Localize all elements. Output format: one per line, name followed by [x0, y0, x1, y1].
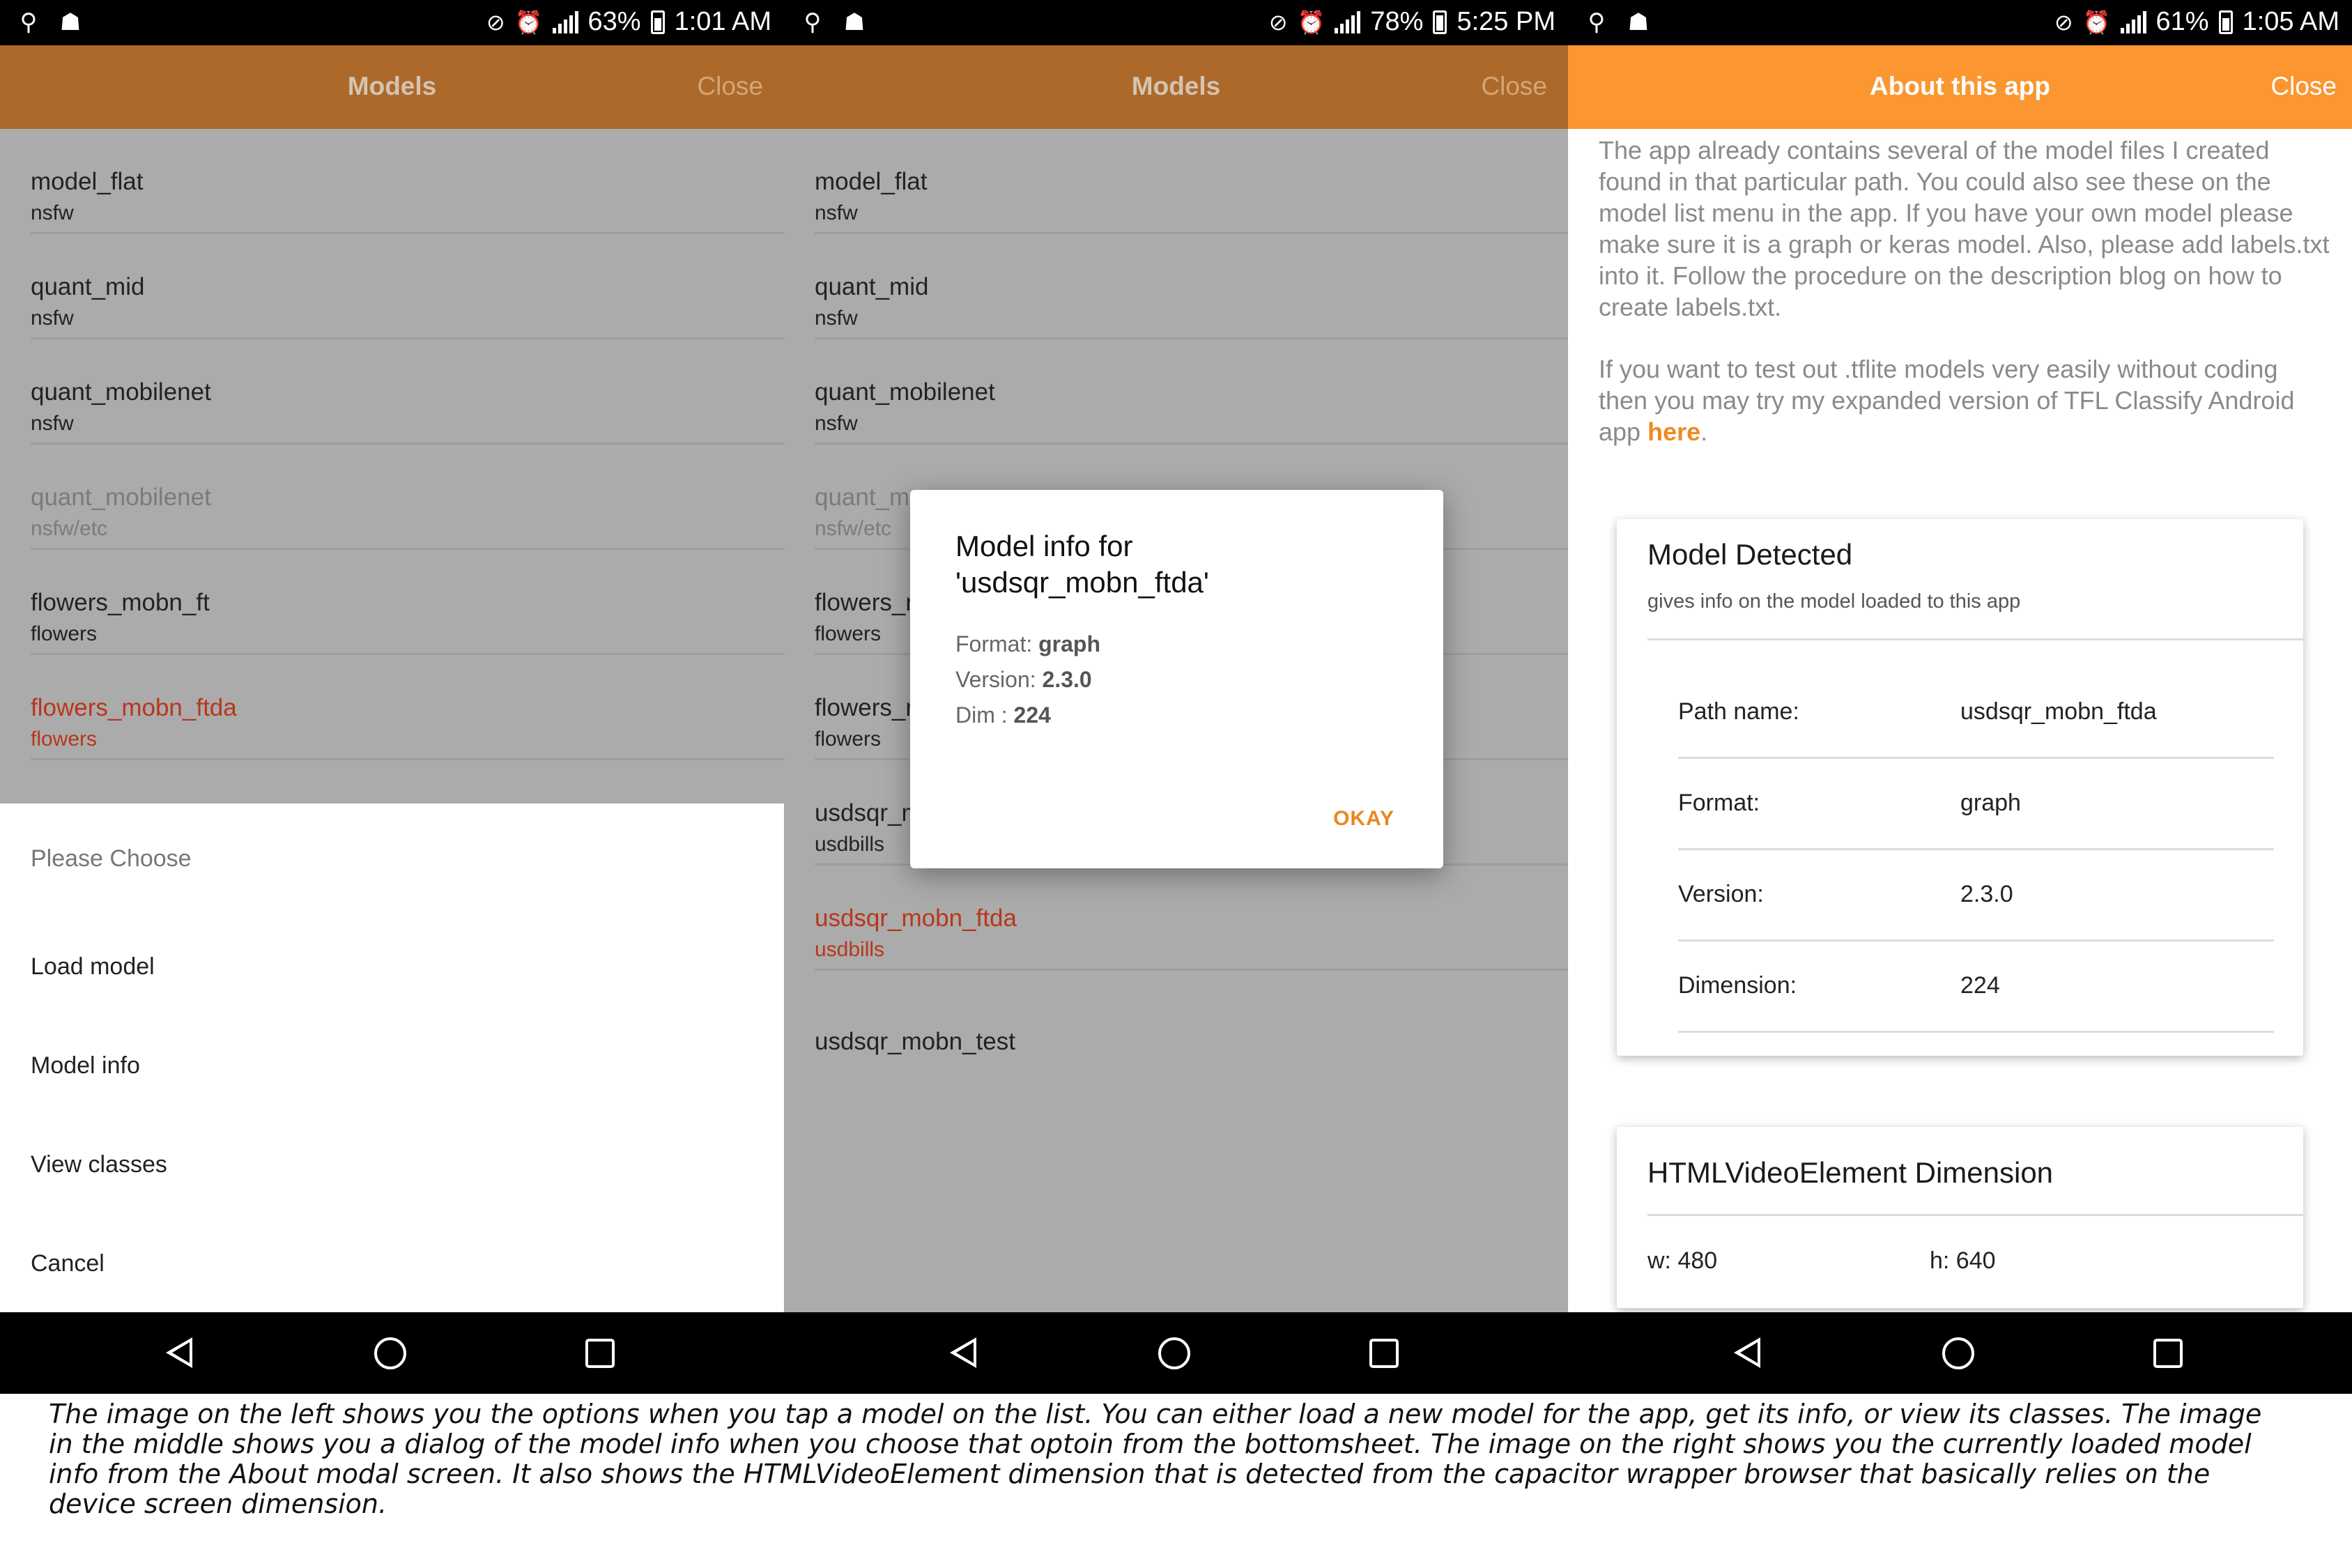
- nav-recent-icon[interactable]: [585, 1339, 615, 1368]
- close-button[interactable]: Close: [2270, 72, 2337, 101]
- status-bar: ⚲ ☗ ⊘ ⏰ 61% 1:05 AM: [1568, 0, 2352, 45]
- nav-home-icon[interactable]: [374, 1337, 406, 1369]
- list-item[interactable]: quant_mobilenet nsfw: [815, 339, 1568, 445]
- header-title: Models: [1131, 72, 1221, 100]
- header: Models Close: [784, 45, 1568, 129]
- about-paragraph-2: If you want to test out .tflite models v…: [1599, 355, 2295, 446]
- nav-back-icon[interactable]: [1734, 1337, 1760, 1368]
- battery-percent: 78%: [1370, 7, 1424, 36]
- signal-icon: [2120, 10, 2146, 33]
- close-button[interactable]: Close: [1481, 72, 1547, 101]
- model-info-option[interactable]: Model info: [31, 1052, 140, 1079]
- battery-icon: [1433, 10, 1447, 34]
- battery-percent: 63%: [587, 7, 641, 36]
- here-link[interactable]: here: [1647, 417, 1700, 446]
- model-info-dialog: Model info for 'usdsqr_mobn_ftda' Format…: [910, 490, 1443, 868]
- clock: 1:05 AM: [2242, 7, 2339, 36]
- left-screen: ⚲ ☗ ⊘ ⏰ 63% 1:01 AM Models Close model_f…: [0, 0, 784, 1394]
- card-subtitle: gives info on the model loaded to this a…: [1647, 590, 2021, 613]
- list-item-selected[interactable]: flowers_mobn_ftda flowers: [31, 655, 784, 760]
- card-title: Model Detected: [1647, 538, 1853, 571]
- nav-home-icon[interactable]: [1158, 1337, 1190, 1369]
- header: Models Close: [0, 45, 784, 129]
- clock: 5:25 PM: [1456, 7, 1555, 36]
- info-row: Path name: usdsqr_mobn_ftda: [1678, 668, 2274, 759]
- nav-home-icon[interactable]: [1942, 1337, 1974, 1369]
- alarm-icon: ⏰: [1297, 9, 1325, 35]
- list-item[interactable]: usdsqr_mobn_test: [815, 971, 1568, 1076]
- sheet-title: Please Choose: [31, 845, 192, 872]
- divider: [1647, 638, 2303, 640]
- usb-icon: ⚲: [804, 9, 822, 36]
- divider: [1647, 1214, 2303, 1216]
- close-button[interactable]: Close: [697, 72, 763, 101]
- model-detected-card: Model Detected gives info on the model l…: [1617, 519, 2303, 1056]
- list-item[interactable]: flowers_mobn_ft flowers: [31, 550, 784, 655]
- dialog-version: Version: 2.3.0: [955, 667, 1092, 692]
- dialog-title: Model info for 'usdsqr_mobn_ftda': [955, 530, 1209, 599]
- dialog-dim: Dim : 224: [955, 702, 1051, 728]
- about-paragraph: The app already contains several of the …: [1599, 136, 2330, 321]
- header-title: Models: [347, 72, 437, 100]
- model-list: model_flat nsfw quant_mid nsfw quant_mob…: [0, 129, 784, 760]
- info-row: Format: graph: [1678, 759, 2274, 850]
- battery-icon: [2218, 10, 2233, 34]
- nav-back-icon[interactable]: [166, 1337, 192, 1368]
- view-classes-option[interactable]: View classes: [31, 1151, 167, 1178]
- battery-percent: 61%: [2155, 7, 2209, 36]
- nav-bar: [0, 1312, 784, 1394]
- android-debug-icon: ☗: [1627, 9, 1650, 36]
- status-bar: ⚲ ☗ ⊘ ⏰ 63% 1:01 AM: [0, 0, 784, 45]
- signal-icon: [552, 10, 578, 33]
- list-item[interactable]: quant_mid nsfw: [31, 234, 784, 339]
- android-debug-icon: ☗: [843, 9, 866, 36]
- caption: The image on the left shows you the opti…: [49, 1399, 2262, 1519]
- mute-icon: ⊘: [486, 9, 505, 35]
- usb-icon: ⚲: [1588, 9, 1606, 36]
- battery-icon: [650, 10, 665, 34]
- alarm-icon: ⏰: [514, 9, 543, 35]
- nav-recent-icon[interactable]: [2153, 1339, 2183, 1368]
- list-item[interactable]: model_flat nsfw: [815, 129, 1568, 234]
- nav-bar: [784, 1312, 1568, 1394]
- video-width: w: 480: [1647, 1247, 1718, 1274]
- nav-recent-icon[interactable]: [1369, 1339, 1399, 1368]
- dialog-format: Format: graph: [955, 631, 1101, 656]
- android-debug-icon: ☗: [59, 9, 82, 36]
- list-item[interactable]: quant_mid nsfw: [815, 234, 1568, 339]
- list-item[interactable]: quant_mobilenet nsfw: [31, 339, 784, 445]
- status-bar: ⚲ ☗ ⊘ ⏰ 78% 5:25 PM: [784, 0, 1568, 45]
- info-row: Dimension: 224: [1678, 941, 2274, 1033]
- nav-bar: [1568, 1312, 2352, 1394]
- list-item[interactable]: model_flat nsfw: [31, 129, 784, 234]
- video-dimension-card: HTMLVideoElement Dimension w: 480 h: 640: [1617, 1127, 2303, 1308]
- mute-icon: ⊘: [1268, 9, 1288, 35]
- bottom-sheet: Please Choose Load model Model info View…: [0, 804, 784, 1312]
- signal-icon: [1335, 10, 1361, 33]
- nav-back-icon[interactable]: [950, 1337, 976, 1368]
- usb-icon: ⚲: [20, 9, 38, 36]
- alarm-icon: ⏰: [2082, 9, 2111, 35]
- cancel-option[interactable]: Cancel: [31, 1250, 105, 1277]
- clock: 1:01 AM: [674, 7, 771, 36]
- info-row: Version: 2.3.0: [1678, 850, 2274, 941]
- header: About this app Close: [1568, 45, 2352, 129]
- list-item-selected[interactable]: usdsqr_mobn_ftda usdbills: [815, 866, 1568, 971]
- right-screen: ⚲ ☗ ⊘ ⏰ 61% 1:05 AM About this app Close…: [1568, 0, 2352, 1394]
- load-model-option[interactable]: Load model: [31, 953, 155, 981]
- card-title: HTMLVideoElement Dimension: [1647, 1156, 2054, 1189]
- header-title: About this app: [1870, 72, 2050, 100]
- middle-screen: ⚲ ☗ ⊘ ⏰ 78% 5:25 PM Models Close model_f…: [784, 0, 1568, 1394]
- list-item-disabled: quant_mobilenet nsfw/etc: [31, 445, 784, 550]
- video-height: h: 640: [1930, 1247, 1996, 1274]
- mute-icon: ⊘: [2054, 9, 2073, 35]
- okay-button[interactable]: OKAY: [1333, 807, 1394, 831]
